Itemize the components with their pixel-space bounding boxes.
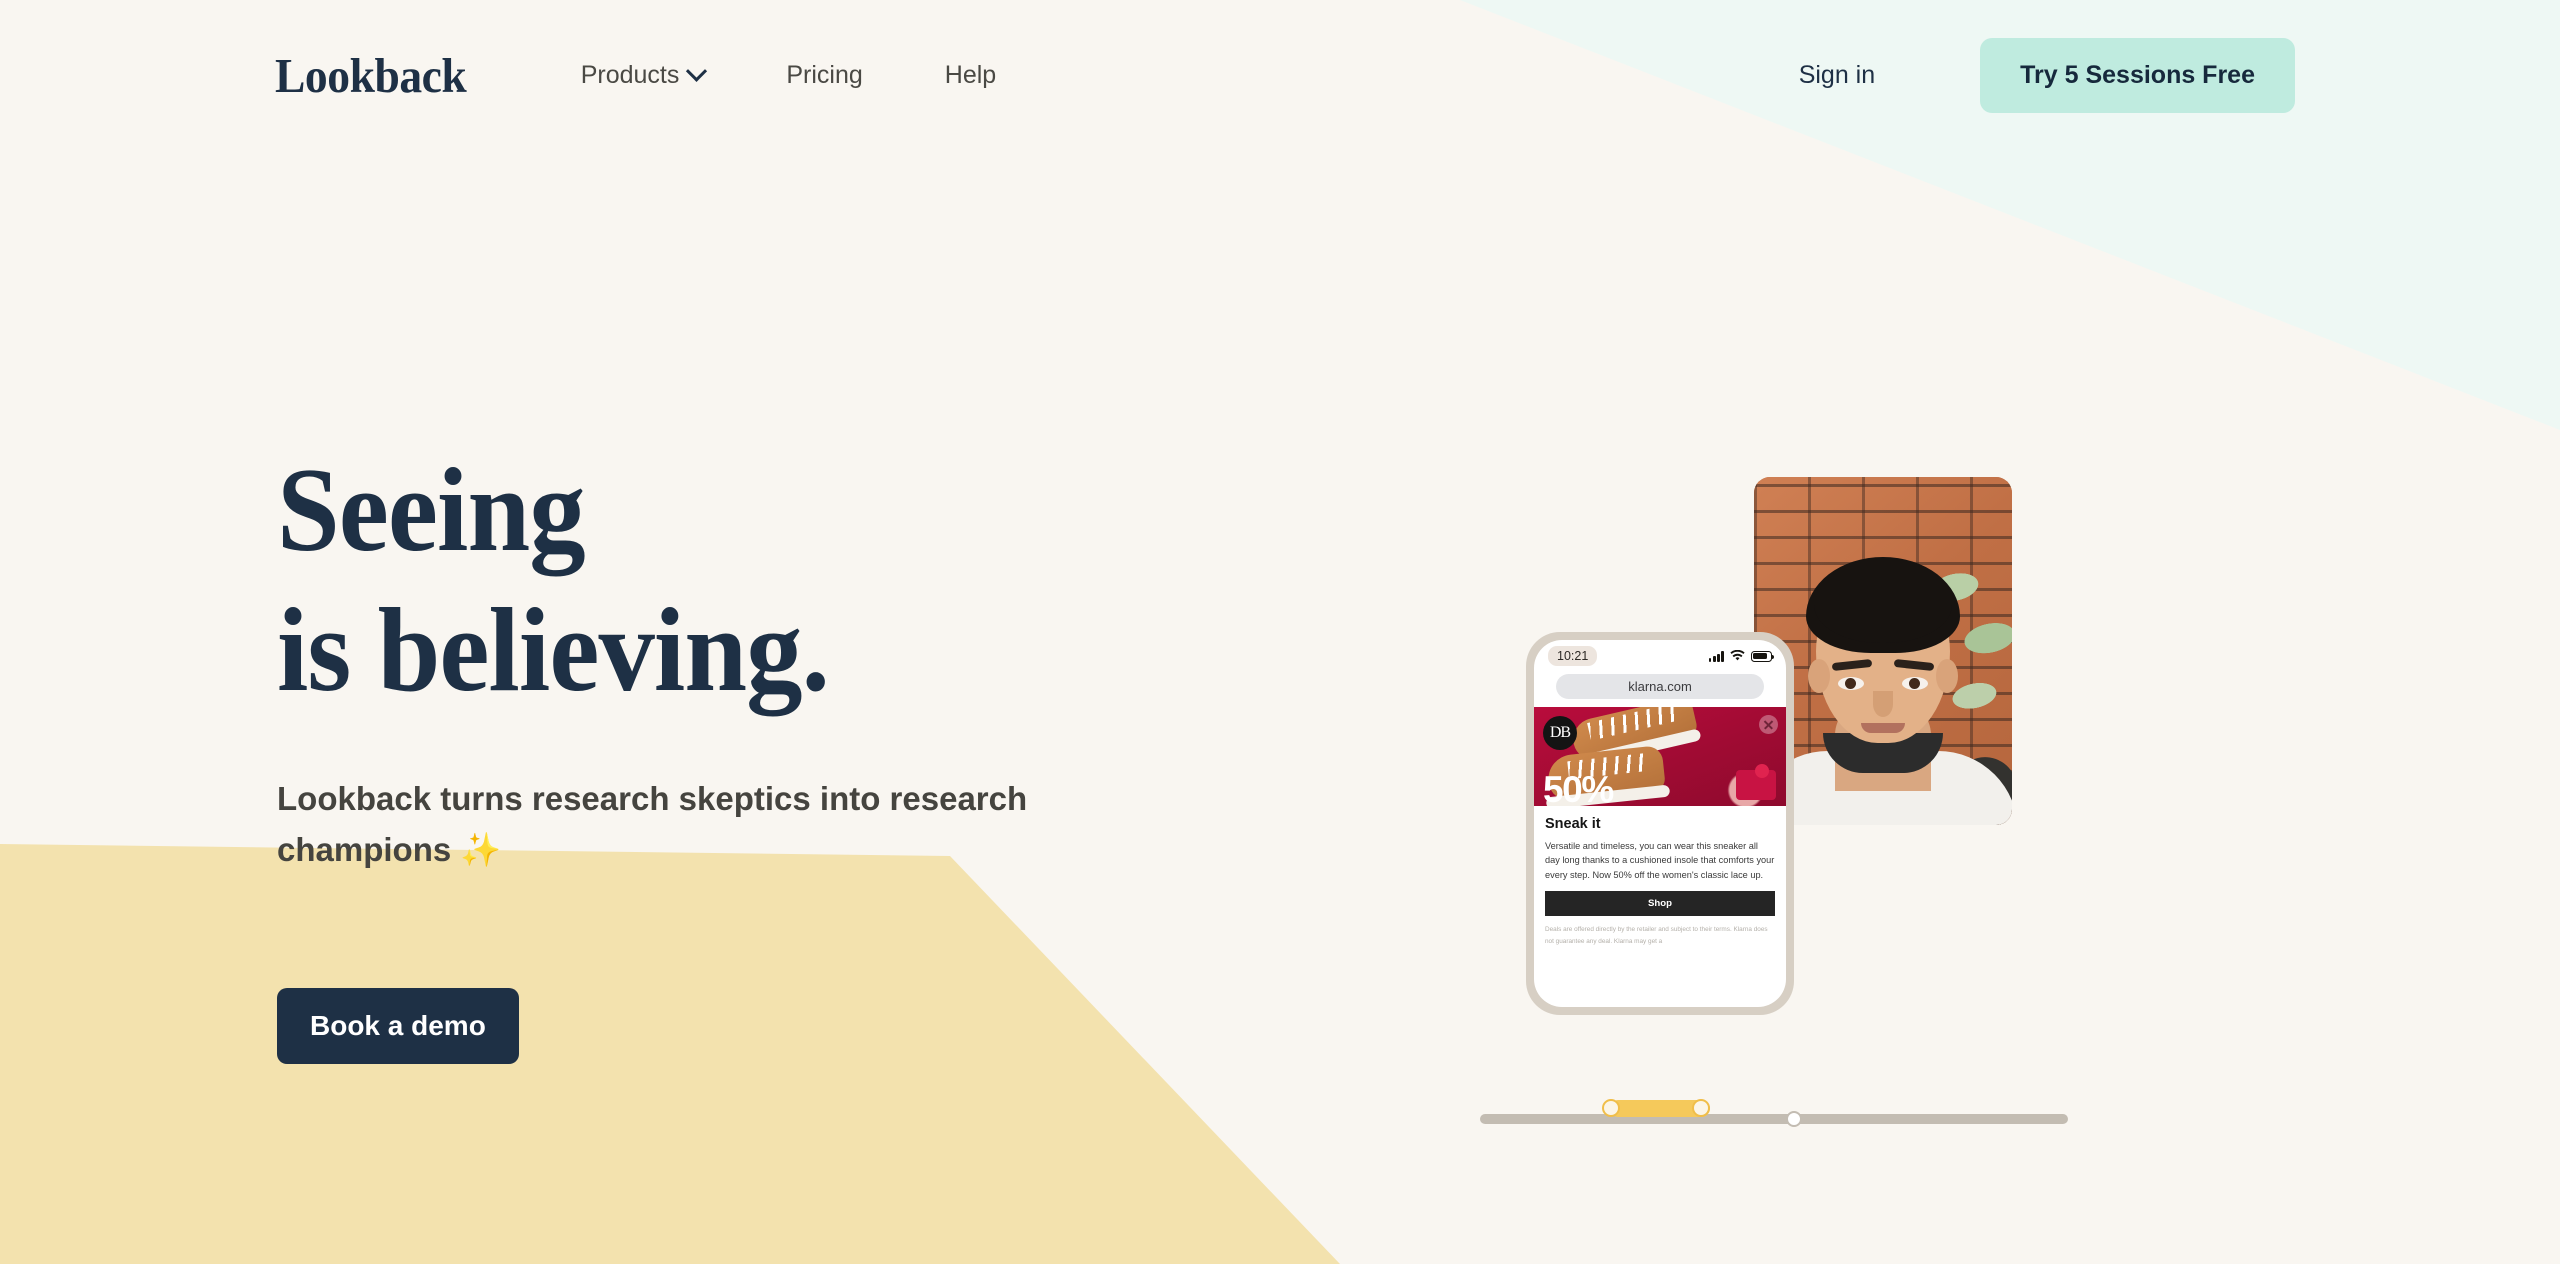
hero-title-line-2: is believing.	[277, 583, 830, 717]
brand-monogram-badge: DB	[1543, 716, 1577, 750]
hero-subtitle-line-2: champions	[277, 830, 452, 868]
nav-item-products[interactable]: Products	[580, 60, 708, 90]
gift-decoration	[1736, 764, 1776, 800]
hero-subtitle-line-1: Lookback turns research skeptics into re…	[277, 779, 1028, 817]
timeline-scrubber	[1480, 1080, 2100, 1140]
chevron-down-icon	[686, 60, 708, 82]
page-title: Seeing is believing.	[277, 440, 1358, 721]
hero-copy: Seeing is believing. Lookback turns rese…	[277, 150, 1427, 1065]
person-hair	[1806, 557, 1960, 653]
range-handle-left[interactable]	[1602, 1099, 1620, 1117]
sign-in-link[interactable]: Sign in	[1799, 61, 1875, 90]
nav-item-pricing[interactable]: Pricing	[786, 61, 862, 90]
status-icon-group	[1708, 650, 1775, 662]
phone-status-bar: 10:21	[1534, 640, 1786, 672]
book-demo-button[interactable]: Book a demo	[277, 988, 519, 1065]
person-ear-right	[1936, 659, 1958, 693]
ad-banner-image: DB 50%	[1534, 707, 1786, 806]
hero-title-line-1: Seeing	[277, 443, 586, 576]
nav-item-help[interactable]: Help	[945, 61, 996, 90]
person-eye-right	[1902, 677, 1928, 690]
person-nose	[1873, 691, 1893, 717]
brand-logo[interactable]: Lookback	[275, 51, 467, 100]
ad-title: Sneak it	[1545, 816, 1601, 832]
battery-icon	[1751, 650, 1775, 662]
person-brow-right	[1893, 658, 1935, 672]
phone-screen: 10:21 klarna.com DB 50% Sneak it Versati…	[1534, 640, 1786, 1007]
hero-section: Seeing is believing. Lookback turns rese…	[0, 150, 2560, 1127]
person-eye-left	[1838, 677, 1864, 690]
site-header: Lookback Products Pricing Help Sign in T…	[0, 0, 2560, 150]
phone-mockup: 10:21 klarna.com DB 50% Sneak it Versati…	[1526, 632, 1794, 1015]
status-clock: 10:21	[1548, 646, 1598, 666]
try-free-button[interactable]: Try 5 Sessions Free	[1980, 37, 2295, 113]
header-actions: Sign in Try 5 Sessions Free	[1799, 37, 2295, 113]
range-handle-right[interactable]	[1692, 1099, 1710, 1117]
nav-label-products: Products	[580, 60, 680, 89]
person-head	[1806, 557, 1960, 743]
timeline-playhead[interactable]	[1786, 1111, 1802, 1127]
sparkles-icon: ✨	[460, 830, 502, 868]
hero-subtitle: Lookback turns research skeptics into re…	[277, 773, 1107, 875]
timeline-track[interactable]	[1480, 1114, 2068, 1124]
person-brow-left	[1831, 658, 1873, 672]
ad-legal-text: Deals are offered directly by the retail…	[1545, 926, 1768, 946]
ad-description: Versatile and timeless, you can wear thi…	[1545, 841, 1775, 880]
discount-label: 50%	[1543, 769, 1614, 806]
wifi-icon	[1730, 650, 1745, 661]
ad-body: Sneak it Versatile and timeless, you can…	[1534, 806, 1786, 1007]
signal-bars-icon	[1708, 650, 1724, 662]
person-mouth	[1861, 723, 1905, 733]
close-icon[interactable]	[1759, 715, 1778, 734]
hero-media: 10:21 klarna.com DB 50% Sneak it Versati…	[1480, 430, 2100, 1190]
person-ear-left	[1808, 659, 1830, 693]
shop-button[interactable]: Shop	[1545, 891, 1775, 917]
browser-url-bar[interactable]: klarna.com	[1556, 674, 1764, 699]
main-navigation: Products Pricing Help	[580, 60, 996, 90]
